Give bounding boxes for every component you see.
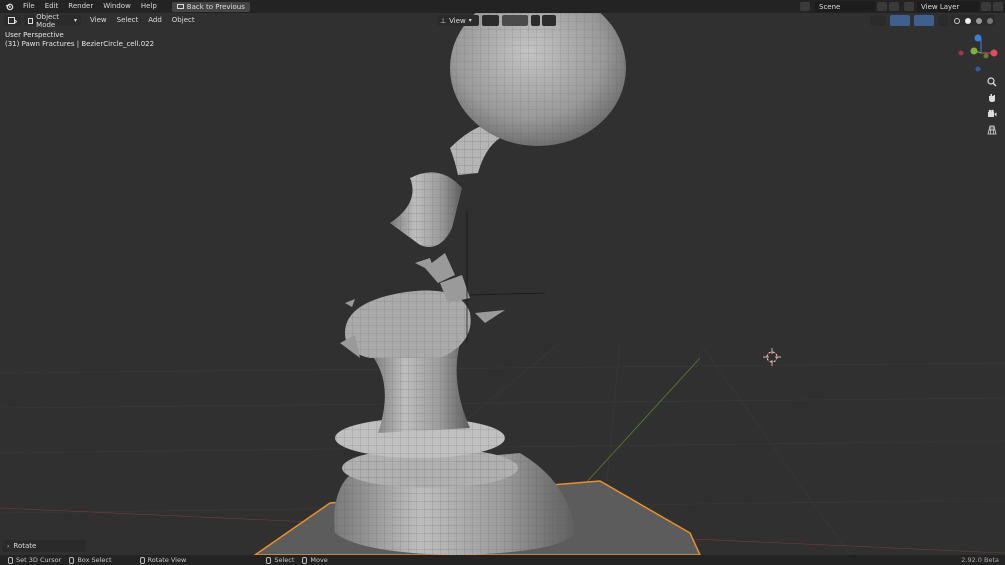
zoom-icon[interactable] bbox=[985, 75, 999, 89]
camera-icon[interactable] bbox=[985, 107, 999, 121]
menu-object[interactable]: Object bbox=[167, 13, 200, 28]
navigation-gizmo bbox=[958, 34, 998, 72]
mouse-right-drag-icon bbox=[302, 556, 308, 564]
status-set-3d-cursor: Set 3D Cursor bbox=[8, 556, 61, 564]
menu-view[interactable]: View bbox=[85, 13, 112, 28]
xray-toggle[interactable] bbox=[938, 15, 948, 26]
status-box-select: Box Select bbox=[69, 556, 112, 564]
gizmo-toggle[interactable] bbox=[890, 15, 910, 26]
chevron-right-icon: › bbox=[7, 542, 10, 550]
view-layer-name: View Layer bbox=[921, 2, 960, 11]
chevron-down-icon: ▾ bbox=[73, 17, 77, 24]
solid-shading-icon[interactable] bbox=[964, 17, 971, 24]
version-label: 2.92.0 Beta bbox=[961, 556, 999, 564]
mouse-middle-icon bbox=[139, 556, 145, 564]
scene-selector-icon[interactable] bbox=[800, 2, 810, 11]
status-rotate-view: Rotate View bbox=[139, 556, 186, 564]
pan-hand-icon[interactable] bbox=[985, 91, 999, 105]
new-scene-icon[interactable] bbox=[877, 2, 887, 11]
falloff-icon[interactable] bbox=[542, 15, 556, 26]
status-select: Select bbox=[266, 556, 294, 564]
scene-name: Scene bbox=[819, 2, 841, 11]
view-orientation-label: View bbox=[449, 16, 466, 25]
view-layer-icon[interactable] bbox=[904, 2, 914, 11]
scene-render[interactable] bbox=[0, 13, 1005, 555]
menu-file[interactable]: File bbox=[18, 0, 40, 13]
object-mode-label: Object Mode bbox=[36, 12, 59, 29]
editor-type-button[interactable] bbox=[4, 15, 21, 26]
view-layer-field[interactable]: View Layer bbox=[917, 1, 979, 12]
perspective-label: User Perspective bbox=[5, 31, 64, 39]
object-mode-dropdown[interactable]: Object Mode ▾ bbox=[24, 12, 81, 29]
rendered-shading-icon[interactable] bbox=[986, 17, 993, 24]
editor-type-icon bbox=[8, 16, 17, 24]
grid-icon[interactable] bbox=[985, 123, 999, 137]
rotate-panel-label: Rotate bbox=[13, 542, 37, 550]
chevron-down-icon: ▾ bbox=[468, 17, 472, 24]
transform-orientation-dropdown[interactable]: ⊥ View ▾ bbox=[437, 15, 479, 26]
screen-icon bbox=[176, 3, 184, 9]
delete-view-layer-icon[interactable] bbox=[993, 2, 1003, 11]
status-bar: Set 3D Cursor Box Select Rotate View Sel… bbox=[0, 555, 1005, 565]
blender-logo-icon[interactable] bbox=[0, 0, 18, 13]
menu-select[interactable]: Select bbox=[112, 13, 144, 28]
proportional-edit-icon[interactable] bbox=[531, 15, 540, 26]
delete-scene-icon[interactable] bbox=[889, 2, 899, 11]
wireframe-shading-icon[interactable] bbox=[953, 17, 960, 24]
material-shading-icon[interactable] bbox=[975, 17, 982, 24]
pivot-point-button[interactable] bbox=[482, 15, 499, 26]
back-to-previous-button[interactable]: Back to Previous bbox=[171, 1, 250, 12]
gizmo-z-axis bbox=[974, 34, 982, 42]
status-move: Move bbox=[302, 556, 328, 564]
gizmo-y-axis bbox=[970, 47, 978, 55]
selectability-icon[interactable] bbox=[870, 15, 886, 26]
mouse-right-icon bbox=[266, 556, 272, 564]
menu-edit[interactable]: Edit bbox=[40, 0, 64, 13]
3d-cursor bbox=[763, 348, 781, 366]
back-to-previous-label: Back to Previous bbox=[186, 2, 245, 11]
overlay-toggle[interactable] bbox=[914, 15, 934, 26]
menu-window[interactable]: Window bbox=[98, 0, 136, 13]
gizmo-x-axis bbox=[990, 49, 998, 57]
orientation-axis-icon: ⊥ bbox=[440, 16, 447, 25]
new-view-layer-icon[interactable] bbox=[981, 2, 991, 11]
menu-help[interactable]: Help bbox=[136, 0, 162, 13]
object-info-label: (31) Pawn Fractures | BezierCircle_cell.… bbox=[5, 40, 155, 48]
top-menu-bar: File Edit Render Window Help Back to Pre… bbox=[0, 0, 1005, 13]
last-operator-panel[interactable]: › Rotate bbox=[3, 540, 86, 552]
menu-add[interactable]: Add bbox=[143, 13, 167, 28]
object-mode-icon bbox=[28, 17, 34, 24]
mouse-drag-icon bbox=[69, 556, 75, 564]
snap-toggle[interactable] bbox=[502, 15, 528, 26]
3d-viewport[interactable]: User Perspective (31) Pawn Fractures | B… bbox=[0, 13, 1005, 555]
scene-field[interactable]: Scene bbox=[815, 1, 875, 12]
shading-mode-group[interactable] bbox=[951, 15, 995, 26]
menu-render[interactable]: Render bbox=[63, 0, 98, 13]
mouse-left-icon bbox=[8, 556, 13, 564]
